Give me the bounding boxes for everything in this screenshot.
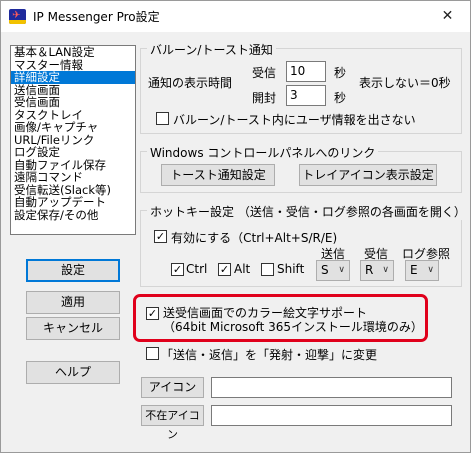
category-list[interactable]: 基本＆LAN設定 マスター情報 詳細設定 送信画面 受信画面 タスクトレイ 画像…	[10, 45, 136, 235]
app-icon-stripe	[9, 20, 26, 24]
receive-time-input[interactable]: 10	[286, 61, 326, 82]
chevron-down-icon: ∨	[427, 265, 434, 275]
settings-button[interactable]: 設定	[26, 259, 120, 282]
send-key-select[interactable]: S ∨	[316, 260, 350, 281]
receive-time-unit: 秒	[334, 66, 347, 80]
hide-user-info-checkbox[interactable]	[156, 112, 169, 125]
category-item[interactable]: 自動アップデート	[11, 196, 135, 209]
rename-send-reply-label: 「送信・返信」を「発射・迎撃」に変更	[161, 348, 378, 362]
receive-key-value: R	[365, 263, 374, 277]
alt-label: Alt	[234, 262, 251, 276]
hotkey-legend: ホットキー設定 （送信・受信・ログ参照の各画面を開く）	[147, 203, 469, 220]
hide-user-info-label: バルーン/トースト内にユーザ情報を出さない	[173, 113, 416, 127]
category-item[interactable]: 受信画面	[11, 96, 135, 109]
color-emoji-checkbox[interactable]: ✓	[146, 307, 159, 320]
cancel-button[interactable]: キャンセル	[26, 317, 120, 340]
balloon-legend: バルーン/トースト通知	[147, 41, 276, 58]
display-time-label: 通知の表示時間	[148, 76, 233, 90]
tray-icon-settings-button[interactable]: トレイアイコン表示設定	[299, 164, 437, 186]
absent-icon-button[interactable]: 不在アイコン	[141, 405, 204, 441]
icon-path-input[interactable]	[211, 377, 452, 398]
hotkey-enable-checkbox[interactable]: ✓	[154, 230, 167, 243]
send-key-value: S	[321, 263, 329, 277]
control-panel-legend: Windows コントロールパネルへのリンク	[147, 144, 379, 161]
category-item[interactable]: 遠隔コマンド	[11, 171, 135, 184]
check-icon: ✓	[147, 307, 158, 320]
shift-label: Shift	[277, 262, 305, 276]
category-item[interactable]: ログ設定	[11, 146, 135, 159]
help-button[interactable]: ヘルプ	[26, 361, 120, 384]
rename-send-reply-checkbox[interactable]	[146, 347, 159, 360]
title-bar: ✈ IP Messenger Pro設定 ✕	[1, 1, 470, 32]
zero-seconds-hint: 表示しない＝0秒	[359, 76, 451, 90]
app-icon: ✈	[9, 9, 26, 24]
ctrl-checkbox[interactable]: ✓	[171, 263, 184, 276]
alt-checkbox[interactable]: ✓	[218, 263, 231, 276]
open-time-label: 開封	[252, 91, 277, 105]
window-title: IP Messenger Pro設定	[33, 10, 160, 24]
open-time-unit: 秒	[334, 91, 347, 105]
apply-button[interactable]: 適用	[26, 291, 120, 314]
check-icon: ✓	[219, 263, 230, 276]
category-item[interactable]: 設定保存/その他	[11, 208, 135, 222]
ctrl-label: Ctrl	[186, 262, 208, 276]
chevron-down-icon: ∨	[338, 265, 345, 275]
icon-button[interactable]: アイコン	[141, 377, 204, 398]
receive-key-select[interactable]: R ∨	[360, 260, 394, 281]
check-icon: ✓	[172, 263, 183, 276]
hotkey-enable-label: 有効にする（Ctrl+Alt+S/R/E)	[171, 231, 338, 245]
settings-window: ✈ IP Messenger Pro設定 ✕ 基本＆LAN設定 マスター情報 詳…	[0, 0, 471, 453]
chevron-down-icon: ∨	[382, 265, 389, 275]
open-time-input[interactable]: 3	[286, 85, 326, 106]
category-item-selected[interactable]: 詳細設定	[11, 71, 135, 84]
receive-time-label: 受信	[252, 66, 277, 80]
category-item[interactable]: 画像/キャプチャ	[11, 121, 135, 134]
toast-settings-button[interactable]: トースト通知設定	[161, 164, 275, 186]
shift-checkbox[interactable]	[261, 263, 274, 276]
color-emoji-note: （64bit Microsoft 365インストール環境のみ）	[163, 320, 423, 334]
close-icon: ✕	[441, 8, 454, 24]
category-item[interactable]: 基本＆LAN設定	[11, 46, 135, 59]
close-button[interactable]: ✕	[425, 1, 470, 32]
absent-icon-path-input[interactable]	[211, 405, 452, 426]
log-key-select[interactable]: E ∨	[405, 260, 439, 281]
check-icon: ✓	[155, 230, 166, 243]
log-key-value: E	[410, 263, 418, 277]
